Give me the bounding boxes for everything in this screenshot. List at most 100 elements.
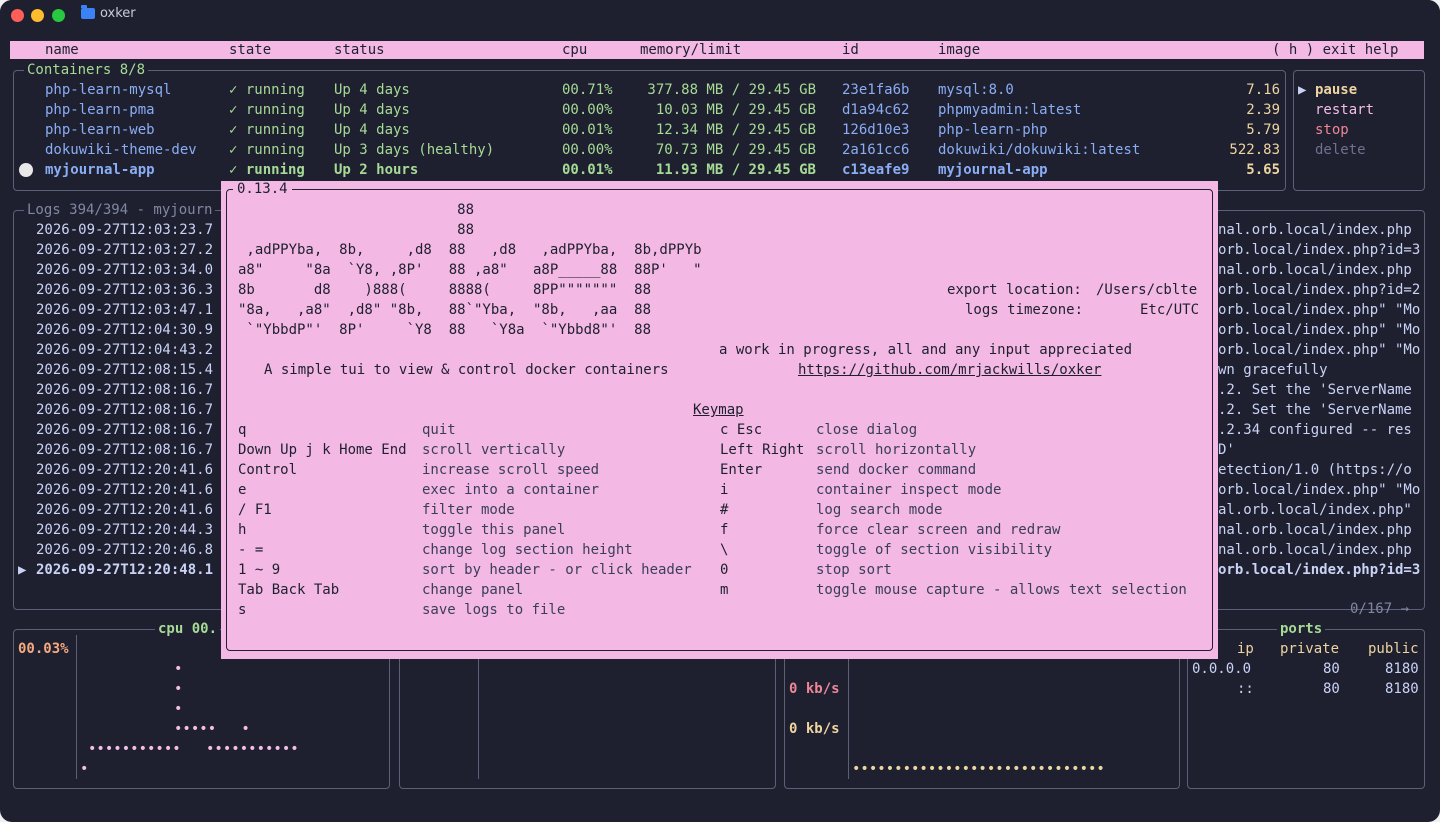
log-message-tail: orb.local/index.php?id=3 (1218, 562, 1421, 578)
commands-panel (1293, 70, 1425, 191)
log-timestamp: 2026-09-27T12:20:46.8 (36, 542, 214, 558)
keymap-key: Control (238, 462, 298, 478)
cpu-chart-dots: • (174, 681, 183, 697)
log-timestamp: 2026-09-27T12:04:43.2 (36, 342, 214, 358)
keymap-desc: increase scroll speed (422, 462, 600, 478)
log-message-tail: nal.orb.local/index.php (1218, 262, 1412, 278)
keymap-desc: send docker command (816, 462, 977, 478)
command-pause[interactable]: pause (1315, 80, 1357, 100)
log-timestamp: 2026-09-27T12:03:47.1 (36, 302, 214, 318)
cpu-chart-dots: • (174, 661, 183, 677)
column-header-bar: name state status cpu memory/limit id im… (10, 41, 1424, 59)
port-public: 8180 (1385, 661, 1419, 677)
keymap-key: - = (238, 542, 264, 558)
header-cpu[interactable]: cpu (562, 41, 587, 59)
port-ip: :: (1237, 681, 1254, 697)
ascii-logo-line: ,adPPYba, 8b, ,d8 88 ,d8 ,adPPYba, 8b,dP… (238, 242, 702, 258)
log-timestamp: 2026-09-27T12:08:16.7 (36, 442, 214, 458)
log-message-tail: D' (1218, 442, 1235, 458)
log-message-tail: orb.local/index.php" "Mo (1218, 302, 1421, 318)
container-row[interactable] (14, 120, 1284, 140)
command-restart[interactable]: restart (1315, 100, 1374, 120)
keymap-desc: toggle of section visibility (816, 542, 1053, 558)
keymap-title: Keymap (693, 402, 744, 418)
header-image[interactable]: image (938, 41, 980, 59)
ascii-logo-line: "8a, ,a8" ,d8" "8b, 88`"Yba, "8b, ,aa 88 (238, 302, 652, 318)
keymap-key: / F1 (238, 502, 272, 518)
cpu-chart-title: cpu 00. (155, 621, 221, 637)
help-dialog[interactable]: 0.13.4 88 88 ,adPPYba, 8b, ,d8 88 ,d8 ,a… (221, 181, 1218, 659)
keymap-desc: filter mode (422, 502, 515, 518)
log-timestamp: 2026-09-27T12:03:34.0 (36, 262, 214, 278)
zoom-window-button[interactable] (52, 9, 65, 22)
header-name[interactable]: name (45, 41, 79, 59)
log-timestamp: 2026-09-27T12:08:16.7 (36, 382, 214, 398)
container-row[interactable] (14, 80, 1284, 100)
log-message-tail: .2. Set the 'ServerName (1218, 402, 1412, 418)
header-state[interactable]: state (229, 41, 271, 59)
folder-icon (81, 5, 95, 19)
export-location-value: /Users/cblte (1096, 282, 1198, 298)
close-window-button[interactable] (11, 9, 24, 22)
log-timestamp: 2026-09-27T12:03:27.2 (36, 242, 214, 258)
window-title: oxker (100, 6, 136, 21)
minimize-window-button[interactable] (31, 9, 44, 22)
title-bar: oxker (0, 0, 1440, 32)
selected-container-icon (19, 163, 33, 177)
net-rx-value: 0 kb/s (789, 681, 840, 697)
ascii-logo-line: 8b d8 )888( 8888( 8PP""""""" 88 (238, 282, 652, 298)
command-delete[interactable]: delete (1315, 140, 1366, 160)
ascii-logo-line: 88 (238, 202, 475, 218)
log-message-tail: nal.orb.local/index.php (1218, 522, 1412, 538)
ascii-logo-line: `"YbbdP"' 8P' `Y8 88 `Y8a `"Ybbd8"' 88 (238, 322, 652, 338)
port-private: 80 (1323, 661, 1340, 677)
keymap-desc: scroll vertically (422, 442, 566, 458)
container-row[interactable] (14, 160, 1284, 180)
header-status[interactable]: status (334, 41, 385, 59)
ascii-logo-line: a8" "8a `Y8, ,8P' 88 ,a8" a8P_____88 88P… (238, 262, 702, 278)
log-selected-marker: ▶ (18, 562, 27, 578)
logs-title: Logs 394/394 - myjourn (24, 202, 216, 218)
network-chart-dots: •••••••••••••••••••••••••••••• (852, 761, 1105, 777)
logs-pager[interactable]: 0/167 → (1350, 599, 1409, 619)
port-ip: 0.0.0.0 (1192, 661, 1252, 677)
keymap-key: s (238, 602, 247, 618)
ports-title: ports (1277, 621, 1326, 637)
keymap-key: Enter (720, 462, 763, 478)
log-message-tail: orb.local/index.php" "Mo (1218, 322, 1421, 338)
log-message-tail: .2. Set the 'ServerName (1218, 382, 1412, 398)
keymap-key: Left Right (720, 442, 805, 458)
keymap-key: c Esc (720, 422, 763, 438)
ascii-logo-line: 88 (238, 222, 475, 238)
keymap-key: # (720, 502, 729, 518)
cpu-chart-axis (76, 635, 77, 779)
keymap-key: Tab Back Tab (238, 582, 340, 598)
help-hint[interactable]: ( h ) exit help (1272, 41, 1398, 59)
keymap-key: i (720, 482, 729, 498)
keymap-desc: container inspect mode (816, 482, 1002, 498)
log-message-tail: orb.local/index.php" "Mo (1218, 482, 1421, 498)
log-timestamp: 2026-09-27T12:20:41.6 (36, 502, 214, 518)
log-timestamp: 2026-09-27T12:20:41.6 (36, 482, 214, 498)
logs-timezone-value: Etc/UTC (1140, 302, 1200, 318)
keymap-desc: change log section height (422, 542, 633, 558)
github-link[interactable]: https://github.com/mrjackwills/oxker (798, 360, 1101, 380)
keymap-desc: toggle mouse capture - allows text selec… (816, 582, 1187, 598)
container-row[interactable] (14, 140, 1284, 160)
ports-header-public: public (1368, 641, 1419, 657)
keymap-desc: sort by header - or click header (422, 562, 692, 578)
terminal-window: oxker name state status cpu memory/limit… (0, 0, 1440, 822)
keymap-desc: quit (422, 422, 456, 438)
keymap-desc: scroll horizontally (816, 442, 977, 458)
log-timestamp: 2026-09-27T12:20:48.1 (36, 562, 214, 578)
command-stop[interactable]: stop (1315, 120, 1349, 140)
log-timestamp: 2026-09-27T12:04:30.9 (36, 322, 214, 338)
keymap-key: Down Up j k Home End (238, 442, 407, 458)
header-id[interactable]: id (842, 41, 859, 59)
log-timestamp: 2026-09-27T12:20:41.6 (36, 462, 214, 478)
header-memory[interactable]: memory/limit (640, 41, 741, 59)
keymap-key: q (238, 422, 247, 438)
container-row[interactable] (14, 100, 1284, 120)
wip-text: a work in progress, all and any input ap… (719, 342, 1133, 358)
command-selected-marker: ▶ (1298, 82, 1307, 98)
